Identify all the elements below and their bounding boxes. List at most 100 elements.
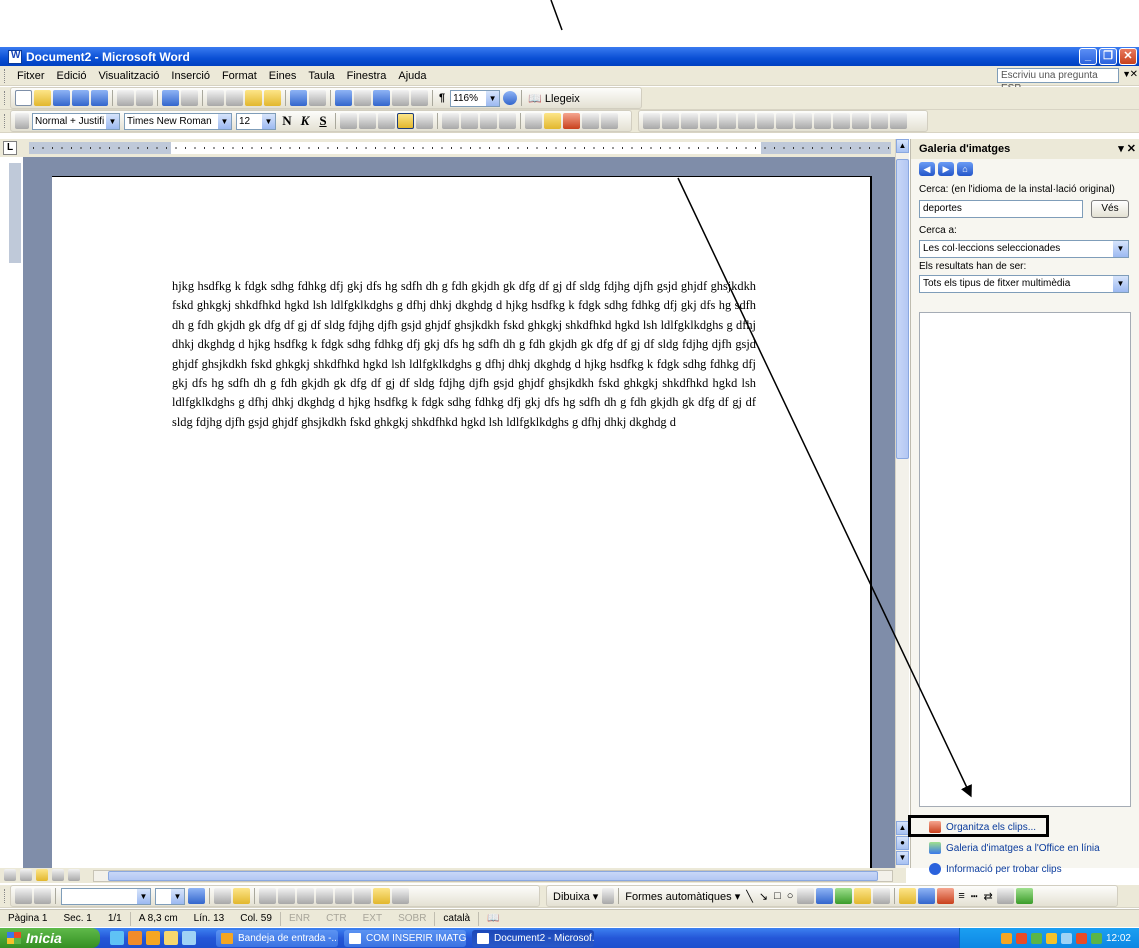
3d-icon[interactable] [1015, 888, 1033, 904]
scroll-thumb[interactable] [896, 159, 909, 459]
chevron-down-icon[interactable]: ▼ [486, 90, 500, 106]
document-page[interactable]: hjkg hsdfkg k fdgk sdhg fdhkg dfj gkj df… [52, 176, 872, 868]
spelling-icon[interactable] [162, 90, 179, 106]
redo-icon[interactable] [309, 90, 326, 106]
start-button[interactable]: Inicia [0, 928, 100, 948]
chevron-down-icon[interactable]: ▼ [262, 113, 275, 129]
cut-icon[interactable] [207, 90, 224, 106]
search-in-select[interactable]: Les col·leccions seleccionades ▼ [919, 240, 1129, 258]
folder-icon[interactable] [164, 931, 178, 945]
superscript-icon[interactable] [582, 113, 599, 129]
minimize-button[interactable]: _ [1079, 48, 1097, 65]
word-app-icon[interactable] [8, 49, 22, 64]
autoformat-icon[interactable] [373, 888, 390, 904]
menu-view[interactable]: Visualització [92, 70, 165, 82]
back-icon[interactable]: ◀ [919, 162, 935, 176]
outside-border-icon[interactable] [214, 888, 231, 904]
decrease-indent-icon[interactable] [480, 113, 497, 129]
arrow-icon[interactable]: ↘ [756, 890, 771, 903]
borders-icon[interactable] [525, 113, 542, 129]
shading-color-icon[interactable] [233, 888, 250, 904]
print-preview-icon[interactable] [136, 90, 153, 106]
fill-color-icon[interactable] [899, 888, 917, 904]
undo-icon[interactable] [290, 90, 307, 106]
save-icon[interactable] [53, 90, 70, 106]
desktop-icon[interactable] [182, 931, 196, 945]
clipart-online-link[interactable]: Galeria d'imatges a l'Office en línia [929, 842, 1100, 854]
chevron-down-icon[interactable]: ▼ [137, 888, 150, 904]
forward-icon[interactable]: ▶ [938, 162, 954, 176]
status-extend[interactable]: EXT [355, 912, 390, 926]
align-center-icon[interactable] [359, 113, 376, 129]
draw-table-icon[interactable] [15, 888, 32, 904]
go-button[interactable]: Vés [1091, 200, 1129, 218]
line-weight-combo[interactable]: ▼ [155, 887, 185, 905]
line-style-icon[interactable] [795, 113, 812, 129]
paste-icon[interactable] [245, 90, 262, 106]
picture-icon[interactable] [873, 888, 891, 904]
subscript-icon[interactable] [601, 113, 618, 129]
justify-icon[interactable] [397, 113, 414, 129]
set-transparent-icon[interactable] [871, 113, 888, 129]
print-icon[interactable] [117, 90, 134, 106]
web-view-icon[interactable] [20, 869, 32, 881]
tables-borders-icon[interactable] [354, 90, 371, 106]
line-style-icon[interactable]: ≡ [955, 890, 967, 902]
oval-icon[interactable]: ○ [784, 890, 797, 902]
horizontal-ruler[interactable] [29, 142, 891, 154]
compress-icon[interactable] [814, 113, 831, 129]
columns-icon[interactable] [392, 90, 409, 106]
align-cell-icon[interactable] [316, 888, 333, 904]
close-button[interactable]: ✕ [1119, 48, 1137, 65]
more-brightness-icon[interactable] [719, 113, 736, 129]
reset-picture-icon[interactable] [890, 113, 907, 129]
distribute-columns-icon[interactable] [354, 888, 371, 904]
rectangle-icon[interactable]: □ [771, 890, 784, 902]
horizontal-scroll-thumb[interactable] [108, 871, 878, 881]
ask-question-input[interactable]: Escriviu una pregunta ESP [997, 68, 1119, 94]
spelling-status-icon[interactable]: 📖 [478, 911, 507, 926]
bold-button[interactable]: N [278, 113, 296, 129]
toolbar-grip[interactable] [4, 68, 7, 83]
next-page-icon[interactable]: ▼ [896, 851, 909, 865]
normal-view-icon[interactable] [4, 869, 16, 881]
style-combo[interactable]: Normal + Justifi ▼ [32, 112, 120, 130]
font-color-draw-icon[interactable] [937, 888, 955, 904]
insert-table-small-icon[interactable] [259, 888, 276, 904]
chevron-down-icon[interactable]: ▼ [106, 113, 119, 129]
more-contrast-icon[interactable] [681, 113, 698, 129]
insert-table-icon[interactable] [373, 90, 390, 106]
tab-selector[interactable]: L [3, 141, 17, 155]
merge-cells-icon[interactable] [278, 888, 295, 904]
menu-help[interactable]: Ajuda [392, 70, 432, 82]
toolbar-grip[interactable] [4, 889, 7, 903]
copy-icon[interactable] [226, 90, 243, 106]
numbering-icon[interactable] [442, 113, 459, 129]
results-type-select[interactable]: Tots els tipus de fitxer multimèdia ▼ [919, 275, 1129, 293]
open-folder-icon[interactable] [34, 90, 51, 106]
status-record-macro[interactable]: ENR [279, 911, 318, 926]
line-spacing-icon[interactable] [416, 113, 433, 129]
tray-icon[interactable] [1090, 932, 1102, 944]
taskbar-button-com-inserir[interactable]: COM INSERIR IMATG... [344, 929, 466, 947]
taskbar-button-inbox[interactable]: Bandeja de entrada -... [216, 929, 338, 947]
menu-edit[interactable]: Edició [51, 70, 93, 82]
chevron-down-icon[interactable]: ▼ [218, 113, 231, 129]
chevron-down-icon[interactable]: ▼ [1113, 276, 1128, 292]
crop-icon[interactable] [757, 113, 774, 129]
line-style-combo[interactable]: ▼ [61, 887, 151, 905]
bullets-icon[interactable] [461, 113, 478, 129]
home-icon[interactable]: ⌂ [957, 162, 973, 176]
styles-icon[interactable] [15, 113, 29, 129]
insert-picture-icon[interactable] [643, 113, 660, 129]
shadow-icon[interactable] [996, 888, 1014, 904]
tray-icon[interactable] [1030, 932, 1042, 944]
menu-format[interactable]: Format [216, 70, 263, 82]
research-icon[interactable] [181, 90, 198, 106]
email-icon[interactable] [91, 90, 108, 106]
read-button[interactable]: 📖 Llegeix [525, 92, 583, 105]
line-color-icon[interactable] [918, 888, 936, 904]
autoshapes-menu[interactable]: Formes automàtiques ▾ [622, 890, 743, 903]
underline-button[interactable]: S [314, 113, 332, 129]
rotate-icon[interactable] [776, 113, 793, 129]
